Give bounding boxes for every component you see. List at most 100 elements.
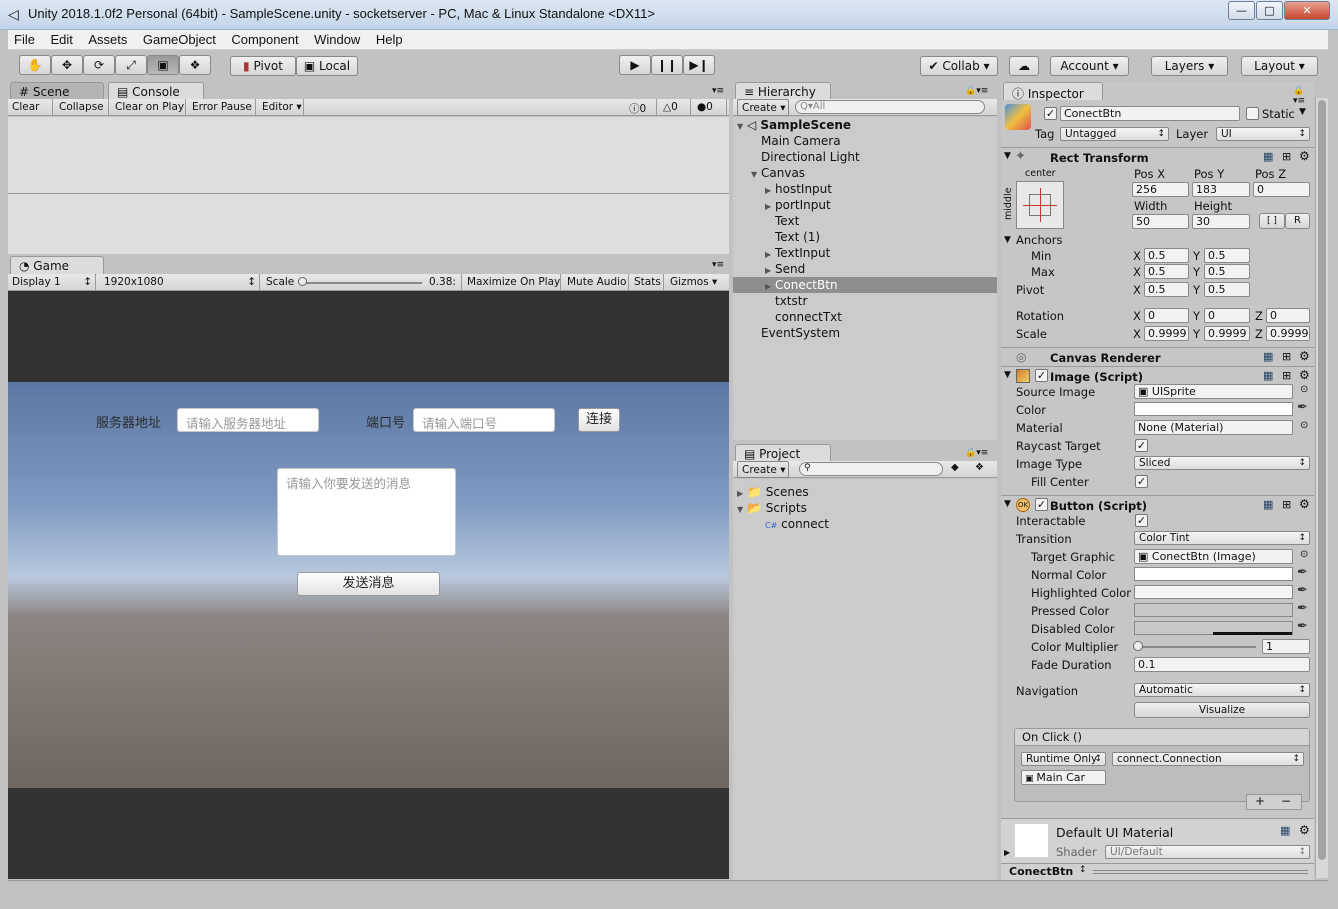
close-button[interactable]: ✕ (1284, 1, 1330, 20)
component-gear-icon[interactable]: ⚙ (1299, 149, 1310, 163)
color-multiplier-thumb[interactable] (1133, 641, 1143, 651)
width-field[interactable]: 50 (1132, 214, 1189, 229)
image-component-header[interactable]: ▼ ✓ Image (Script) ▦ ⊞ ⚙ (1001, 366, 1314, 385)
rotation-z-field[interactable]: 0 (1266, 308, 1310, 323)
console-warning-toggle[interactable]: △0 (659, 99, 691, 116)
eyedropper-icon[interactable]: ✒ (1297, 583, 1308, 598)
pivot-toggle[interactable]: ▮ Pivot (230, 56, 296, 76)
inspector-scrollbar[interactable] (1315, 98, 1328, 878)
tab-inspector[interactable]: ⓘ Inspector (1003, 82, 1103, 101)
help-book-icon[interactable]: ▦ (1263, 369, 1273, 382)
hierarchy-item[interactable]: ▶ ConectBtn (733, 277, 997, 293)
anchor-max-x-field[interactable]: 0.5 (1144, 264, 1189, 279)
project-folder-scripts[interactable]: ▼ 📂 Scripts (737, 500, 807, 516)
button-component-header[interactable]: ▼ OK ✓ Button (Script) ▦ ⊞ ⚙ (1001, 495, 1314, 514)
maximize-button[interactable]: □ (1256, 1, 1283, 20)
menu-file[interactable]: File (8, 30, 41, 47)
preset-icon[interactable]: ⊞ (1282, 350, 1291, 363)
rotate-tool-icon[interactable]: ⟳ (83, 55, 115, 75)
hierarchy-item[interactable]: ▼ Canvas (751, 165, 805, 181)
hierarchy-item[interactable]: Main Camera (751, 133, 841, 149)
connect-button[interactable]: 连接 (578, 408, 620, 432)
static-checkbox[interactable] (1246, 107, 1259, 120)
step-button[interactable]: ▶❙ (683, 55, 715, 75)
interactable-checkbox[interactable]: ✓ (1135, 514, 1148, 527)
console-collapse-toggle[interactable]: Collapse (55, 99, 109, 116)
color-multiplier-field[interactable]: 1 (1262, 639, 1310, 654)
anchor-preset-button[interactable] (1016, 181, 1064, 229)
scale-tool-icon[interactable]: ⤢ (115, 55, 147, 75)
console-error-pause-toggle[interactable]: Error Pause (188, 99, 256, 116)
object-picker-icon[interactable]: ⊙ (1300, 420, 1308, 431)
console-clear-on-play-toggle[interactable]: Clear on Play (111, 99, 186, 116)
hierarchy-item[interactable]: Text (1) (765, 229, 820, 245)
image-enabled-checkbox[interactable]: ✓ (1035, 369, 1048, 382)
pos-y-field[interactable]: 183 (1192, 182, 1250, 197)
preset-icon[interactable]: ⊞ (1282, 498, 1291, 511)
menu-window[interactable]: Window (308, 30, 366, 47)
component-gear-icon[interactable]: ⚙ (1299, 368, 1310, 382)
hierarchy-item[interactable]: Directional Light (751, 149, 860, 165)
component-gear-icon[interactable]: ⚙ (1299, 823, 1310, 837)
hierarchy-item[interactable]: ▶ portInput (765, 197, 831, 213)
menu-component[interactable]: Component (225, 30, 304, 47)
panel-menu-icon[interactable]: ▾≡ (712, 86, 724, 96)
canvas-renderer-header[interactable]: ◎ Canvas Renderer ▦ ⊞ ⚙ (1001, 347, 1314, 366)
anchor-max-y-field[interactable]: 0.5 (1204, 264, 1250, 279)
scale-slider-thumb[interactable] (298, 277, 307, 286)
tab-project[interactable]: ▤ Project (735, 444, 831, 462)
hierarchy-create-dropdown[interactable]: Create ▾ (737, 99, 789, 116)
scale-x-field[interactable]: 0.9999 (1144, 326, 1189, 341)
port-input[interactable]: 请输入端口号 (413, 408, 555, 432)
mute-audio-toggle[interactable]: Mute Audio (563, 274, 629, 291)
tab-console[interactable]: ▤ Console (108, 82, 204, 100)
tab-hierarchy[interactable]: ≡ Hierarchy (735, 82, 831, 100)
anchor-min-y-field[interactable]: 0.5 (1204, 248, 1250, 263)
preview-dropdown-icon[interactable]: ↕ (1079, 865, 1087, 875)
hierarchy-item[interactable]: Text (765, 213, 799, 229)
tab-game[interactable]: ◔ Game (10, 256, 104, 274)
pos-z-field[interactable]: 0 (1253, 182, 1310, 197)
component-gear-icon[interactable]: ⚙ (1299, 349, 1310, 363)
project-lock-icon[interactable]: 🔒▾≡ (965, 448, 988, 458)
layers-dropdown[interactable]: Layers ▾ (1151, 56, 1228, 76)
object-picker-icon[interactable]: ⊙ (1300, 549, 1308, 560)
minimize-button[interactable]: — (1228, 1, 1255, 20)
hierarchy-item[interactable]: ▶ hostInput (765, 181, 832, 197)
help-book-icon[interactable]: ▦ (1263, 350, 1273, 363)
function-dropdown[interactable]: connect.Connection (1112, 752, 1304, 766)
fill-center-checkbox[interactable]: ✓ (1135, 475, 1148, 488)
target-graphic-field[interactable]: ▣ ConectBtn (Image) (1134, 549, 1293, 564)
image-type-dropdown[interactable]: Sliced (1134, 456, 1310, 470)
navigation-dropdown[interactable]: Automatic (1134, 683, 1310, 697)
project-create-dropdown[interactable]: Create ▾ (737, 461, 789, 478)
filter-by-type-icon[interactable]: ◆ (951, 462, 959, 473)
hierarchy-item[interactable]: EventSystem (751, 325, 840, 341)
pivot-y-field[interactable]: 0.5 (1204, 282, 1250, 297)
hierarchy-scene-root[interactable]: ▼ ◁ SampleScene (737, 117, 851, 133)
blueprint-mode-button[interactable]: [ ] (1259, 213, 1285, 229)
layout-dropdown[interactable]: Layout ▾ (1241, 56, 1318, 76)
menu-gameobject[interactable]: GameObject (137, 30, 222, 47)
color-swatch[interactable] (1134, 402, 1293, 416)
normal-color-swatch[interactable] (1134, 567, 1293, 581)
inspector-scrollbar-thumb[interactable] (1318, 100, 1326, 860)
project-search-input[interactable]: ⚲ (799, 462, 943, 476)
visualize-button[interactable]: Visualize (1134, 702, 1310, 718)
rect-tool-icon[interactable]: ▣ (147, 55, 179, 75)
color-multiplier-slider[interactable] (1138, 646, 1256, 648)
expand-arrow-icon[interactable]: ▼ (751, 167, 761, 183)
game-panel-menu-icon[interactable]: ▾≡ (712, 260, 724, 270)
account-dropdown[interactable]: Account ▾ (1050, 56, 1129, 76)
raw-edit-button[interactable]: R (1285, 213, 1310, 229)
help-book-icon[interactable]: ▦ (1280, 824, 1290, 837)
gizmos-dropdown[interactable]: Gizmos ▾ (666, 274, 729, 291)
server-address-input[interactable]: 请输入服务器地址 (177, 408, 319, 432)
project-script-connect[interactable]: C# connect (765, 516, 829, 532)
menu-assets[interactable]: Assets (82, 30, 133, 47)
console-error-toggle[interactable]: ●0 (693, 99, 727, 116)
send-message-button[interactable]: 发送消息 (297, 572, 440, 596)
cloud-icon[interactable]: ☁ (1009, 56, 1039, 76)
game-viewport[interactable]: 服务器地址 请输入服务器地址 端口号 请输入端口号 连接 请输入你要发送的消息 … (8, 291, 729, 879)
button-enabled-checkbox[interactable]: ✓ (1035, 498, 1048, 511)
